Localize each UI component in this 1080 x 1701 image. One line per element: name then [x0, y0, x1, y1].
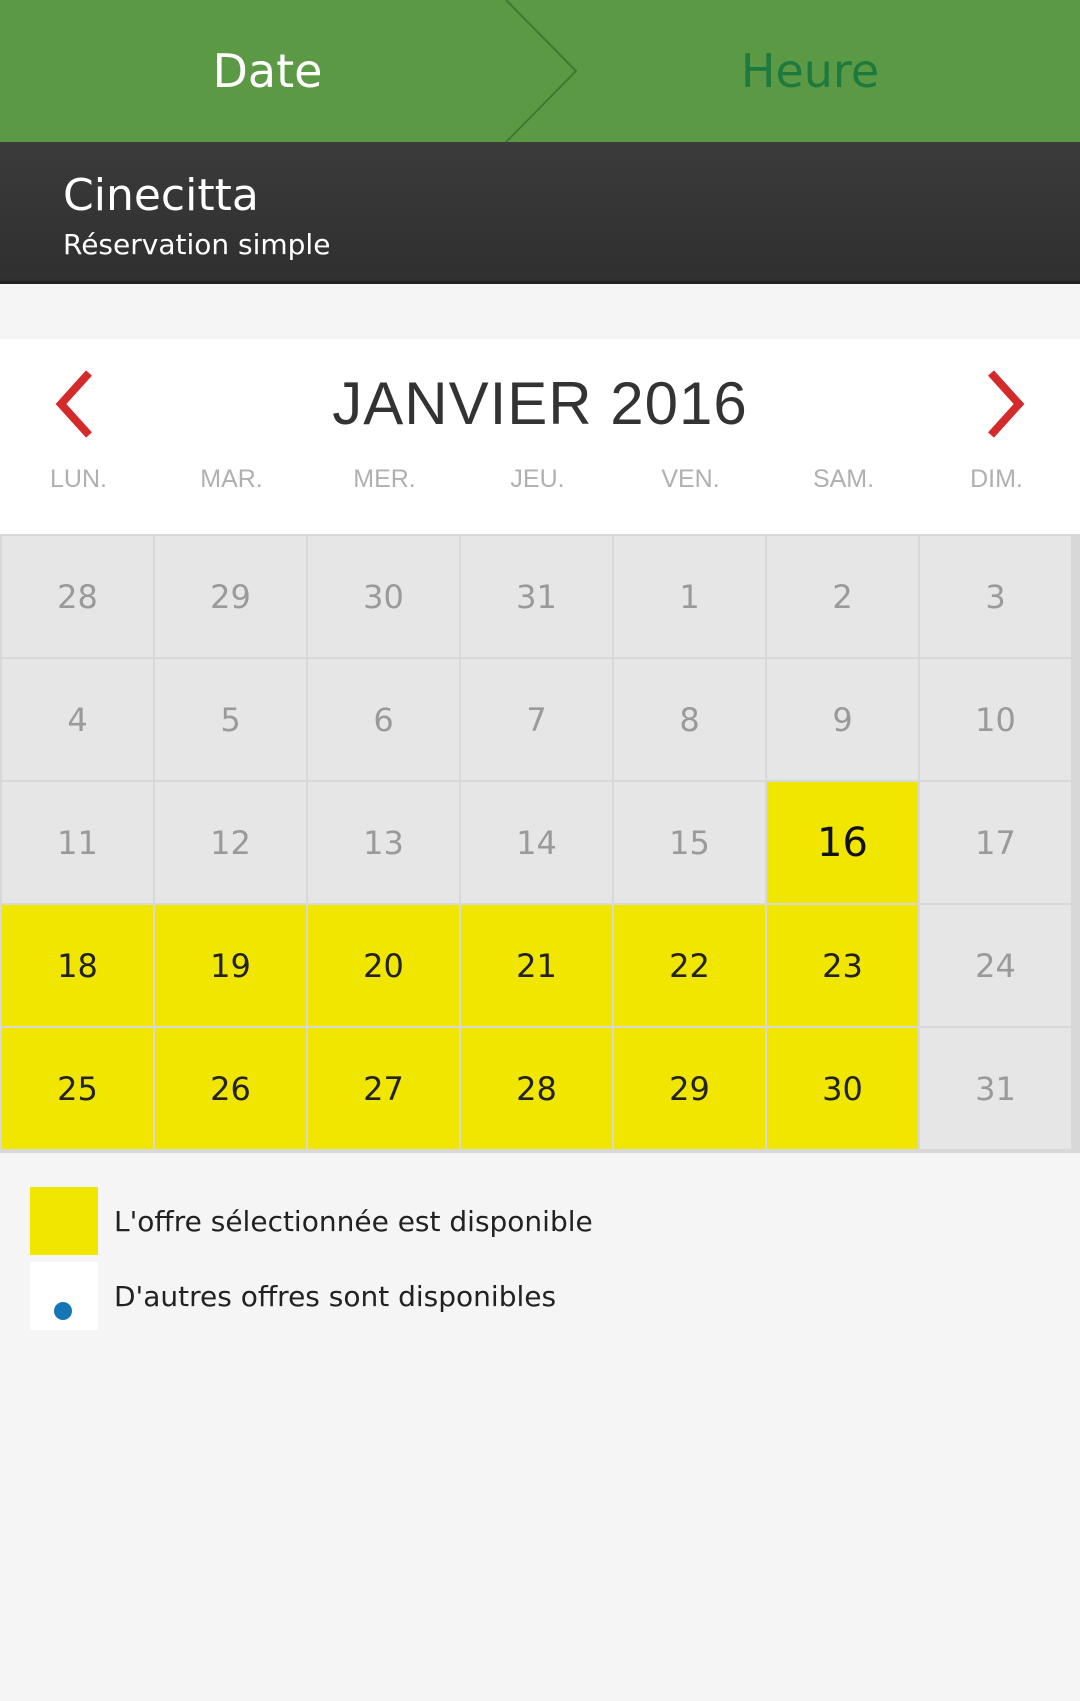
step-date-label: Date	[212, 44, 323, 98]
calendar-day-cell[interactable]: 2	[767, 536, 918, 657]
calendar-day-cell[interactable]: 7	[461, 659, 612, 780]
calendar-day-cell[interactable]: 30	[308, 536, 459, 657]
calendar-day-cell[interactable]: 22	[614, 905, 765, 1026]
calendar-day-cell[interactable]: 6	[308, 659, 459, 780]
calendar-day-cell[interactable]: 28	[2, 536, 153, 657]
weekday-label: VEN.	[661, 465, 720, 493]
calendar-day-cell[interactable]: 12	[155, 782, 306, 903]
weekday-label: SAM.	[812, 465, 875, 493]
calendar-day-cell[interactable]: 9	[767, 659, 918, 780]
calendar-day-cell[interactable]: 17	[920, 782, 1071, 903]
step-heure[interactable]: Heure	[540, 0, 1080, 142]
weekday-row: LUN. MAR. MER. JEU. VEN. SAM. DIM.	[0, 464, 1080, 534]
weekday-label: LUN.	[50, 465, 107, 493]
wizard-header: Date Heure	[0, 0, 1080, 142]
calendar-day-cell[interactable]: 29	[614, 1028, 765, 1149]
blue-dot-icon	[54, 1302, 72, 1320]
legend-label-available: L'offre sélectionnée est disponible	[114, 1204, 593, 1238]
calendar-day-cell[interactable]: 20	[308, 905, 459, 1026]
calendar-day-cell[interactable]: 16	[767, 782, 918, 903]
white-swatch	[30, 1262, 98, 1330]
legend-label-other-offers: D'autres offres sont disponibles	[114, 1279, 557, 1313]
calendar-day-cell[interactable]: 25	[2, 1028, 153, 1149]
calendar-day-cell[interactable]: 31	[920, 1028, 1071, 1149]
yellow-swatch	[30, 1187, 98, 1255]
venue-name: Cinecitta	[63, 170, 259, 221]
calendar-header: JANVIER 2016	[0, 339, 1080, 464]
calendar-day-cell[interactable]: 8	[614, 659, 765, 780]
weekday-label: MER.	[353, 465, 416, 493]
weekday-label: JEU.	[510, 465, 565, 493]
booking-type: Réservation simple	[63, 228, 331, 261]
calendar-day-cell[interactable]: 3	[920, 536, 1071, 657]
calendar-day-cell[interactable]: 21	[461, 905, 612, 1026]
calendar: JANVIER 2016 LUN. MAR. MER. JEU. VEN. SA…	[0, 339, 1080, 1153]
calendar-day-cell[interactable]: 11	[2, 782, 153, 903]
step-heure-label: Heure	[740, 44, 880, 98]
legend-item-available: L'offre sélectionnée est disponible	[30, 1186, 593, 1256]
calendar-day-cell[interactable]: 18	[2, 905, 153, 1026]
calendar-day-cell[interactable]: 24	[920, 905, 1071, 1026]
calendar-day-cell[interactable]: 1	[614, 536, 765, 657]
next-month-button[interactable]	[970, 367, 1040, 441]
calendar-day-cell[interactable]: 10	[920, 659, 1071, 780]
calendar-day-cell[interactable]: 4	[2, 659, 153, 780]
calendar-day-cell[interactable]: 30	[767, 1028, 918, 1149]
calendar-day-cell[interactable]: 13	[308, 782, 459, 903]
calendar-day-cell[interactable]: 31	[461, 536, 612, 657]
legend-item-other-offers: D'autres offres sont disponibles	[30, 1261, 593, 1331]
month-title: JANVIER 2016	[332, 370, 748, 437]
step-date[interactable]: Date	[0, 0, 535, 142]
calendar-day-cell[interactable]: 19	[155, 905, 306, 1026]
title-bar: Cinecitta Réservation simple	[0, 142, 1080, 284]
calendar-day-cell[interactable]: 14	[461, 782, 612, 903]
calendar-day-cell[interactable]: 26	[155, 1028, 306, 1149]
calendar-day-cell[interactable]: 27	[308, 1028, 459, 1149]
weekday-label: DIM.	[970, 465, 1023, 493]
legend: L'offre sélectionnée est disponible D'au…	[30, 1186, 593, 1336]
calendar-grid: 28 29 30 31 1 2 3 4 5 6 7 8 9 10 11 12 13 14 15 16 17 18 19 20 2…	[0, 534, 1080, 1153]
weekday-label: MAR.	[200, 465, 263, 493]
chevron-right-icon	[988, 370, 1025, 438]
calendar-day-cell[interactable]: 29	[155, 536, 306, 657]
calendar-day-cell[interactable]: 5	[155, 659, 306, 780]
calendar-day-cell[interactable]: 15	[614, 782, 765, 903]
calendar-day-cell[interactable]: 23	[767, 905, 918, 1026]
calendar-day-cell[interactable]: 28	[461, 1028, 612, 1149]
